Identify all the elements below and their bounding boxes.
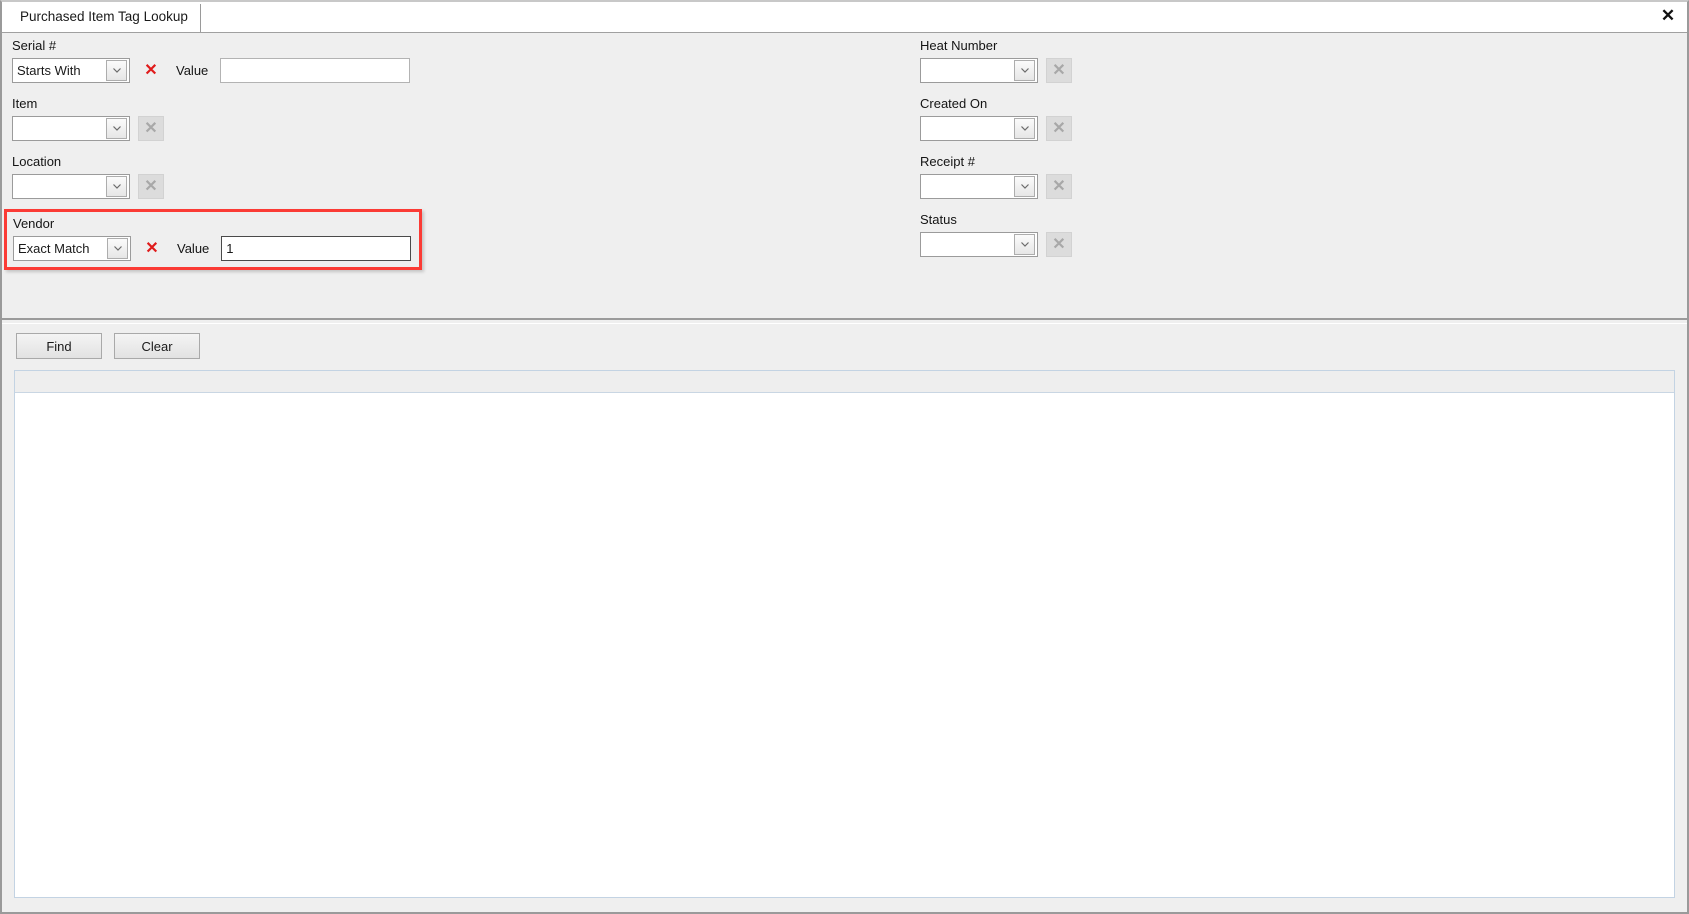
created-on-clear-x-button: ✕ [1046,116,1072,141]
field-group-location: Location ✕ [12,154,164,199]
tab-label: Purchased Item Tag Lookup [20,9,188,24]
location-clear-x-button: ✕ [138,174,164,199]
field-group-serial: Serial # Starts With ✕ Value [12,38,411,83]
field-group-status: Status ✕ [920,212,1072,257]
serial-value-input[interactable] [220,58,411,83]
clear-x-icon: ✕ [1052,235,1066,253]
label-vendor: Vendor [13,216,55,231]
label-receipt-number: Receipt # [920,154,975,169]
label-heat-number: Heat Number [920,38,998,53]
grid-header-row [15,371,1674,393]
results-panel: Find Clear [2,324,1687,912]
heat-number-lookup-combo[interactable] [920,58,1038,83]
field-row-vendor: Exact Match ✕ Value [13,236,415,261]
chevron-down-glyph [1020,68,1029,73]
field-row-receipt-number: ✕ [920,174,1072,199]
chevron-down-glyph [112,184,121,189]
field-row-serial: Starts With ✕ Value [12,58,411,83]
serial-operator-combo[interactable]: Starts With [12,58,130,83]
field-group-heat-number: Heat Number ✕ [920,38,1072,83]
label-location: Location [12,154,62,169]
chevron-down-glyph [1020,126,1029,131]
tab-strip: Purchased Item Tag Lookup ✕ [2,2,1687,33]
receipt-number-lookup-combo[interactable] [920,174,1038,199]
chevron-down-glyph [112,68,121,73]
item-lookup-combo[interactable] [12,116,130,141]
chevron-down-icon[interactable] [107,238,128,259]
status-lookup-combo[interactable] [920,232,1038,257]
vendor-value-input[interactable] [221,236,412,261]
clear-button[interactable]: Clear [114,333,200,359]
chevron-down-icon[interactable] [106,60,127,81]
chevron-down-icon[interactable] [1014,234,1035,255]
find-button[interactable]: Find [16,333,102,359]
label-created-on: Created On [920,96,988,111]
chevron-down-glyph [112,126,121,131]
receipt-number-clear-x-button: ✕ [1046,174,1072,199]
vendor-operator-combo[interactable]: Exact Match [13,236,131,261]
chevron-down-glyph [1020,242,1029,247]
chevron-down-icon[interactable] [106,118,127,139]
clear-x-icon: ✕ [1052,61,1066,79]
clear-x-icon: ✕ [145,239,159,257]
field-group-item: Item ✕ [12,96,164,141]
serial-operator-value: Starts With [17,63,81,78]
vendor-clear-x-button[interactable]: ✕ [139,236,165,261]
field-group-receipt-number: Receipt # ✕ [920,154,1072,199]
label-serial: Serial # [12,38,57,53]
field-row-heat-number: ✕ [920,58,1072,83]
chevron-down-icon[interactable] [1014,118,1035,139]
grid-body[interactable] [15,393,1674,897]
search-criteria-panel: Serial # Starts With ✕ Value Item ✕ Loca… [2,33,1687,320]
clear-x-icon: ✕ [144,177,158,195]
chevron-down-icon[interactable] [106,176,127,197]
close-icon[interactable]: ✕ [1657,6,1679,28]
chevron-down-glyph [1020,184,1029,189]
clear-x-icon: ✕ [1052,177,1066,195]
clear-x-icon: ✕ [144,61,158,79]
serial-clear-x-button[interactable]: ✕ [138,58,164,83]
label-status: Status [920,212,957,227]
field-group-vendor: Vendor Exact Match ✕ Value [4,209,422,270]
results-grid[interactable] [14,370,1675,898]
chevron-down-glyph [113,246,122,251]
field-group-created-on: Created On ✕ [920,96,1072,141]
status-clear-x-button: ✕ [1046,232,1072,257]
application-window: Purchased Item Tag Lookup ✕ Serial # Sta… [0,0,1689,914]
clear-x-icon: ✕ [1052,119,1066,137]
vendor-operator-value: Exact Match [18,241,90,256]
tab-purchased-item-tag-lookup[interactable]: Purchased Item Tag Lookup [8,4,201,32]
field-row-status: ✕ [920,232,1072,257]
field-row-location: ✕ [12,174,164,199]
location-lookup-combo[interactable] [12,174,130,199]
serial-value-label: Value [176,63,209,78]
item-clear-x-button: ✕ [138,116,164,141]
chevron-down-icon[interactable] [1014,60,1035,81]
field-row-created-on: ✕ [920,116,1072,141]
heat-number-clear-x-button: ✕ [1046,58,1072,83]
action-bar: Find Clear [2,324,1687,366]
label-item: Item [12,96,38,111]
chevron-down-icon[interactable] [1014,176,1035,197]
field-row-item: ✕ [12,116,164,141]
clear-x-icon: ✕ [144,119,158,137]
vendor-value-label: Value [177,241,210,256]
created-on-lookup-combo[interactable] [920,116,1038,141]
